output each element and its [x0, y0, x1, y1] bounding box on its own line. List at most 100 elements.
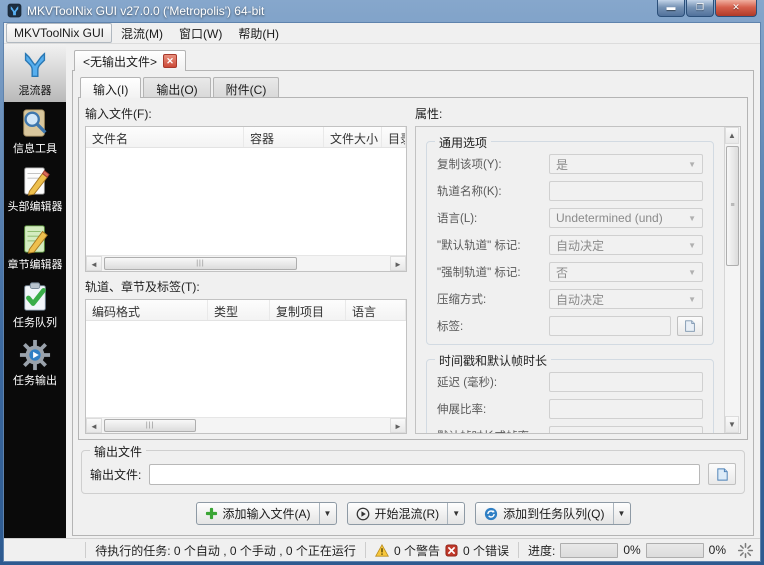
output-file-label: 输出文件:	[90, 467, 142, 482]
sidebar-item-label: 章节编辑器	[7, 259, 63, 271]
copy-item-select[interactable]: 是 ▼	[549, 154, 703, 174]
pending-jobs-status: 待执行的任务: 0 个自动 , 0 个手动 , 0 个正在运行	[85, 542, 365, 558]
chevron-down-icon: ▼	[688, 213, 696, 223]
properties-panel: 通用选项 复制该项(Y): 是 ▼ 轨道名称(K): 语言(L): Undete…	[415, 126, 741, 434]
progress-label: 进度:	[527, 543, 556, 558]
scroll-right-icon[interactable]: ►	[390, 418, 406, 433]
tracks-label: 轨道、章节及标签(T):	[85, 280, 200, 294]
menu-bar: MKVToolNix GUI 混流(M) 窗口(W) 帮助(H)	[4, 23, 760, 44]
track-name-label: 轨道名称(K):	[437, 186, 502, 198]
action-button-row: 添加输入文件(A) ▼ 开始混流(R) ▼ 添加到任务队列(Q) ▼	[78, 494, 748, 531]
tab-attachments[interactable]: 附件(C)	[212, 77, 280, 98]
stretch-input[interactable]	[549, 399, 703, 419]
col-type[interactable]: 类型	[208, 300, 270, 320]
menu-multiplex[interactable]: 混流(M)	[114, 23, 170, 44]
job-output-icon	[19, 339, 51, 371]
scroll-thumb[interactable]: ≡	[726, 146, 739, 266]
tags-label: 标签:	[437, 321, 464, 333]
sidebar-item-job-queue[interactable]: 任务队列	[4, 276, 66, 334]
tab-close-icon[interactable]: ✕	[163, 54, 178, 68]
sidebar-item-label: 任务输出	[13, 375, 57, 387]
chevron-down-icon[interactable]: ▼	[318, 503, 336, 524]
scroll-right-icon[interactable]: ►	[390, 256, 406, 271]
sidebar-item-label: 混流器	[18, 85, 52, 97]
files-hscrollbar[interactable]: ◄ ||| ►	[86, 255, 406, 271]
delay-input[interactable]	[549, 372, 703, 392]
tracks-hscrollbar[interactable]: ◄ ||| ►	[86, 417, 406, 433]
menu-help[interactable]: 帮助(H)	[231, 23, 286, 44]
sidebar-item-label: 任务队列	[13, 317, 57, 329]
title-bar: MKVToolNix GUI v27.0.0 ('Metropolis') 64…	[3, 0, 761, 22]
output-file-input[interactable]	[149, 463, 700, 485]
file-browse-icon	[685, 320, 695, 332]
tab-input[interactable]: 输入(I)	[80, 77, 142, 98]
default-duration-select[interactable]: ▼	[549, 426, 703, 433]
col-directory[interactable]: 目录	[382, 127, 406, 147]
group-title: 时间戳和默认帧时长	[435, 352, 552, 369]
col-copy-item[interactable]: 复制项目	[270, 300, 346, 320]
maximize-button[interactable]: ❐	[686, 0, 714, 17]
add-source-files-button[interactable]: 添加输入文件(A) ▼	[195, 502, 337, 525]
col-codec[interactable]: 编码格式	[86, 300, 208, 320]
scroll-left-icon[interactable]: ◄	[86, 256, 102, 271]
menu-mkvtoolnix-gui[interactable]: MKVToolNix GUI	[6, 23, 113, 43]
timestamps-group: 时间戳和默认帧时长 延迟 (毫秒): 伸展比率:	[426, 352, 714, 433]
sidebar-item-header-editor[interactable]: 头部编辑器	[4, 160, 66, 218]
start-muxing-button[interactable]: 开始混流(R) ▼	[346, 502, 466, 525]
scroll-thumb[interactable]: |||	[104, 257, 297, 270]
input-files-list[interactable]	[86, 148, 406, 255]
output-browse-button[interactable]	[708, 463, 736, 485]
col-file-name[interactable]: 文件名	[86, 127, 244, 147]
compression-select[interactable]: 自动决定 ▼	[549, 289, 703, 309]
tracks-list[interactable]	[86, 321, 406, 417]
sidebar-item-multiplexer[interactable]: 混流器	[4, 44, 66, 102]
scroll-thumb[interactable]: |||	[104, 419, 197, 432]
file-tab-bar: <无输出文件> ✕	[72, 50, 754, 71]
default-track-label: "默认轨道" 标记:	[437, 240, 521, 252]
chevron-down-icon[interactable]: ▼	[447, 503, 464, 524]
sidebar-item-job-output[interactable]: 任务输出	[4, 334, 66, 392]
stretch-label: 伸展比率:	[437, 404, 487, 416]
sidebar-item-info-tool[interactable]: 信息工具	[4, 102, 66, 160]
multiplexer-panel: 输入(I) 输出(O) 附件(C) 输入文件(F): 文件名 容器 文件大小 目…	[72, 70, 754, 536]
sidebar: 混流器 信息工具 头部编辑器 章节编辑器 任务队列 任务输出	[4, 44, 66, 538]
sidebar-item-chapter-editor[interactable]: 章节编辑器	[4, 218, 66, 276]
tab-no-output-file[interactable]: <无输出文件> ✕	[74, 50, 187, 71]
tab-output[interactable]: 输出(O)	[143, 77, 211, 98]
general-options-group: 通用选项 复制该项(Y): 是 ▼ 轨道名称(K): 语言(L): Undete…	[426, 134, 714, 345]
default-duration-label: 默认帧时长或帧率:	[437, 428, 543, 433]
forced-track-label: "强制轨道" 标记:	[437, 267, 521, 279]
properties-vscrollbar[interactable]: ▲ ≡ ▼	[724, 127, 740, 433]
chevron-down-icon: ▼	[688, 432, 696, 434]
chevron-down-icon: ▼	[688, 240, 696, 250]
scroll-up-icon[interactable]: ▲	[725, 127, 739, 144]
chevron-down-icon: ▼	[688, 294, 696, 304]
col-language[interactable]: 语言	[346, 300, 406, 320]
input-files-label: 输入文件(F):	[85, 107, 152, 121]
file-browse-icon	[716, 467, 728, 481]
app-window: MKVToolNix GUI v27.0.0 ('Metropolis') 64…	[0, 0, 764, 565]
scroll-down-icon[interactable]: ▼	[725, 416, 739, 433]
chevron-down-icon[interactable]: ▼	[612, 503, 630, 524]
forced-track-select[interactable]: 否 ▼	[549, 262, 703, 282]
track-name-input[interactable]	[549, 181, 703, 201]
input-tab-panel: 输入文件(F): 文件名 容器 文件大小 目录 ◄	[78, 97, 748, 440]
total-progress-value: 0%	[708, 543, 726, 557]
tags-input[interactable]	[549, 316, 671, 336]
add-to-job-queue-button[interactable]: 添加到任务队列(Q) ▼	[475, 502, 631, 525]
tags-browse-button[interactable]	[677, 316, 703, 336]
col-container[interactable]: 容器	[244, 127, 324, 147]
input-files-table: 文件名 容器 文件大小 目录 ◄ ||| ►	[85, 126, 407, 272]
compression-label: 压缩方式:	[437, 294, 487, 306]
minimize-button[interactable]: ▬	[657, 0, 685, 17]
tracks-table: 编码格式 类型 复制项目 语言 ◄ ||| ►	[85, 299, 407, 434]
close-button[interactable]: ✕	[715, 0, 757, 17]
status-bar: 待执行的任务: 0 个自动 , 0 个手动 , 0 个正在运行 0 个警告 0 …	[4, 538, 760, 561]
scroll-left-icon[interactable]: ◄	[86, 418, 102, 433]
language-select[interactable]: Undetermined (und) ▼	[549, 208, 703, 228]
col-file-size[interactable]: 文件大小	[324, 127, 382, 147]
tab-label: <无输出文件>	[83, 54, 158, 69]
menu-window[interactable]: 窗口(W)	[172, 23, 229, 44]
current-progress-value: 0%	[623, 543, 641, 557]
default-track-select[interactable]: 自动决定 ▼	[549, 235, 703, 255]
